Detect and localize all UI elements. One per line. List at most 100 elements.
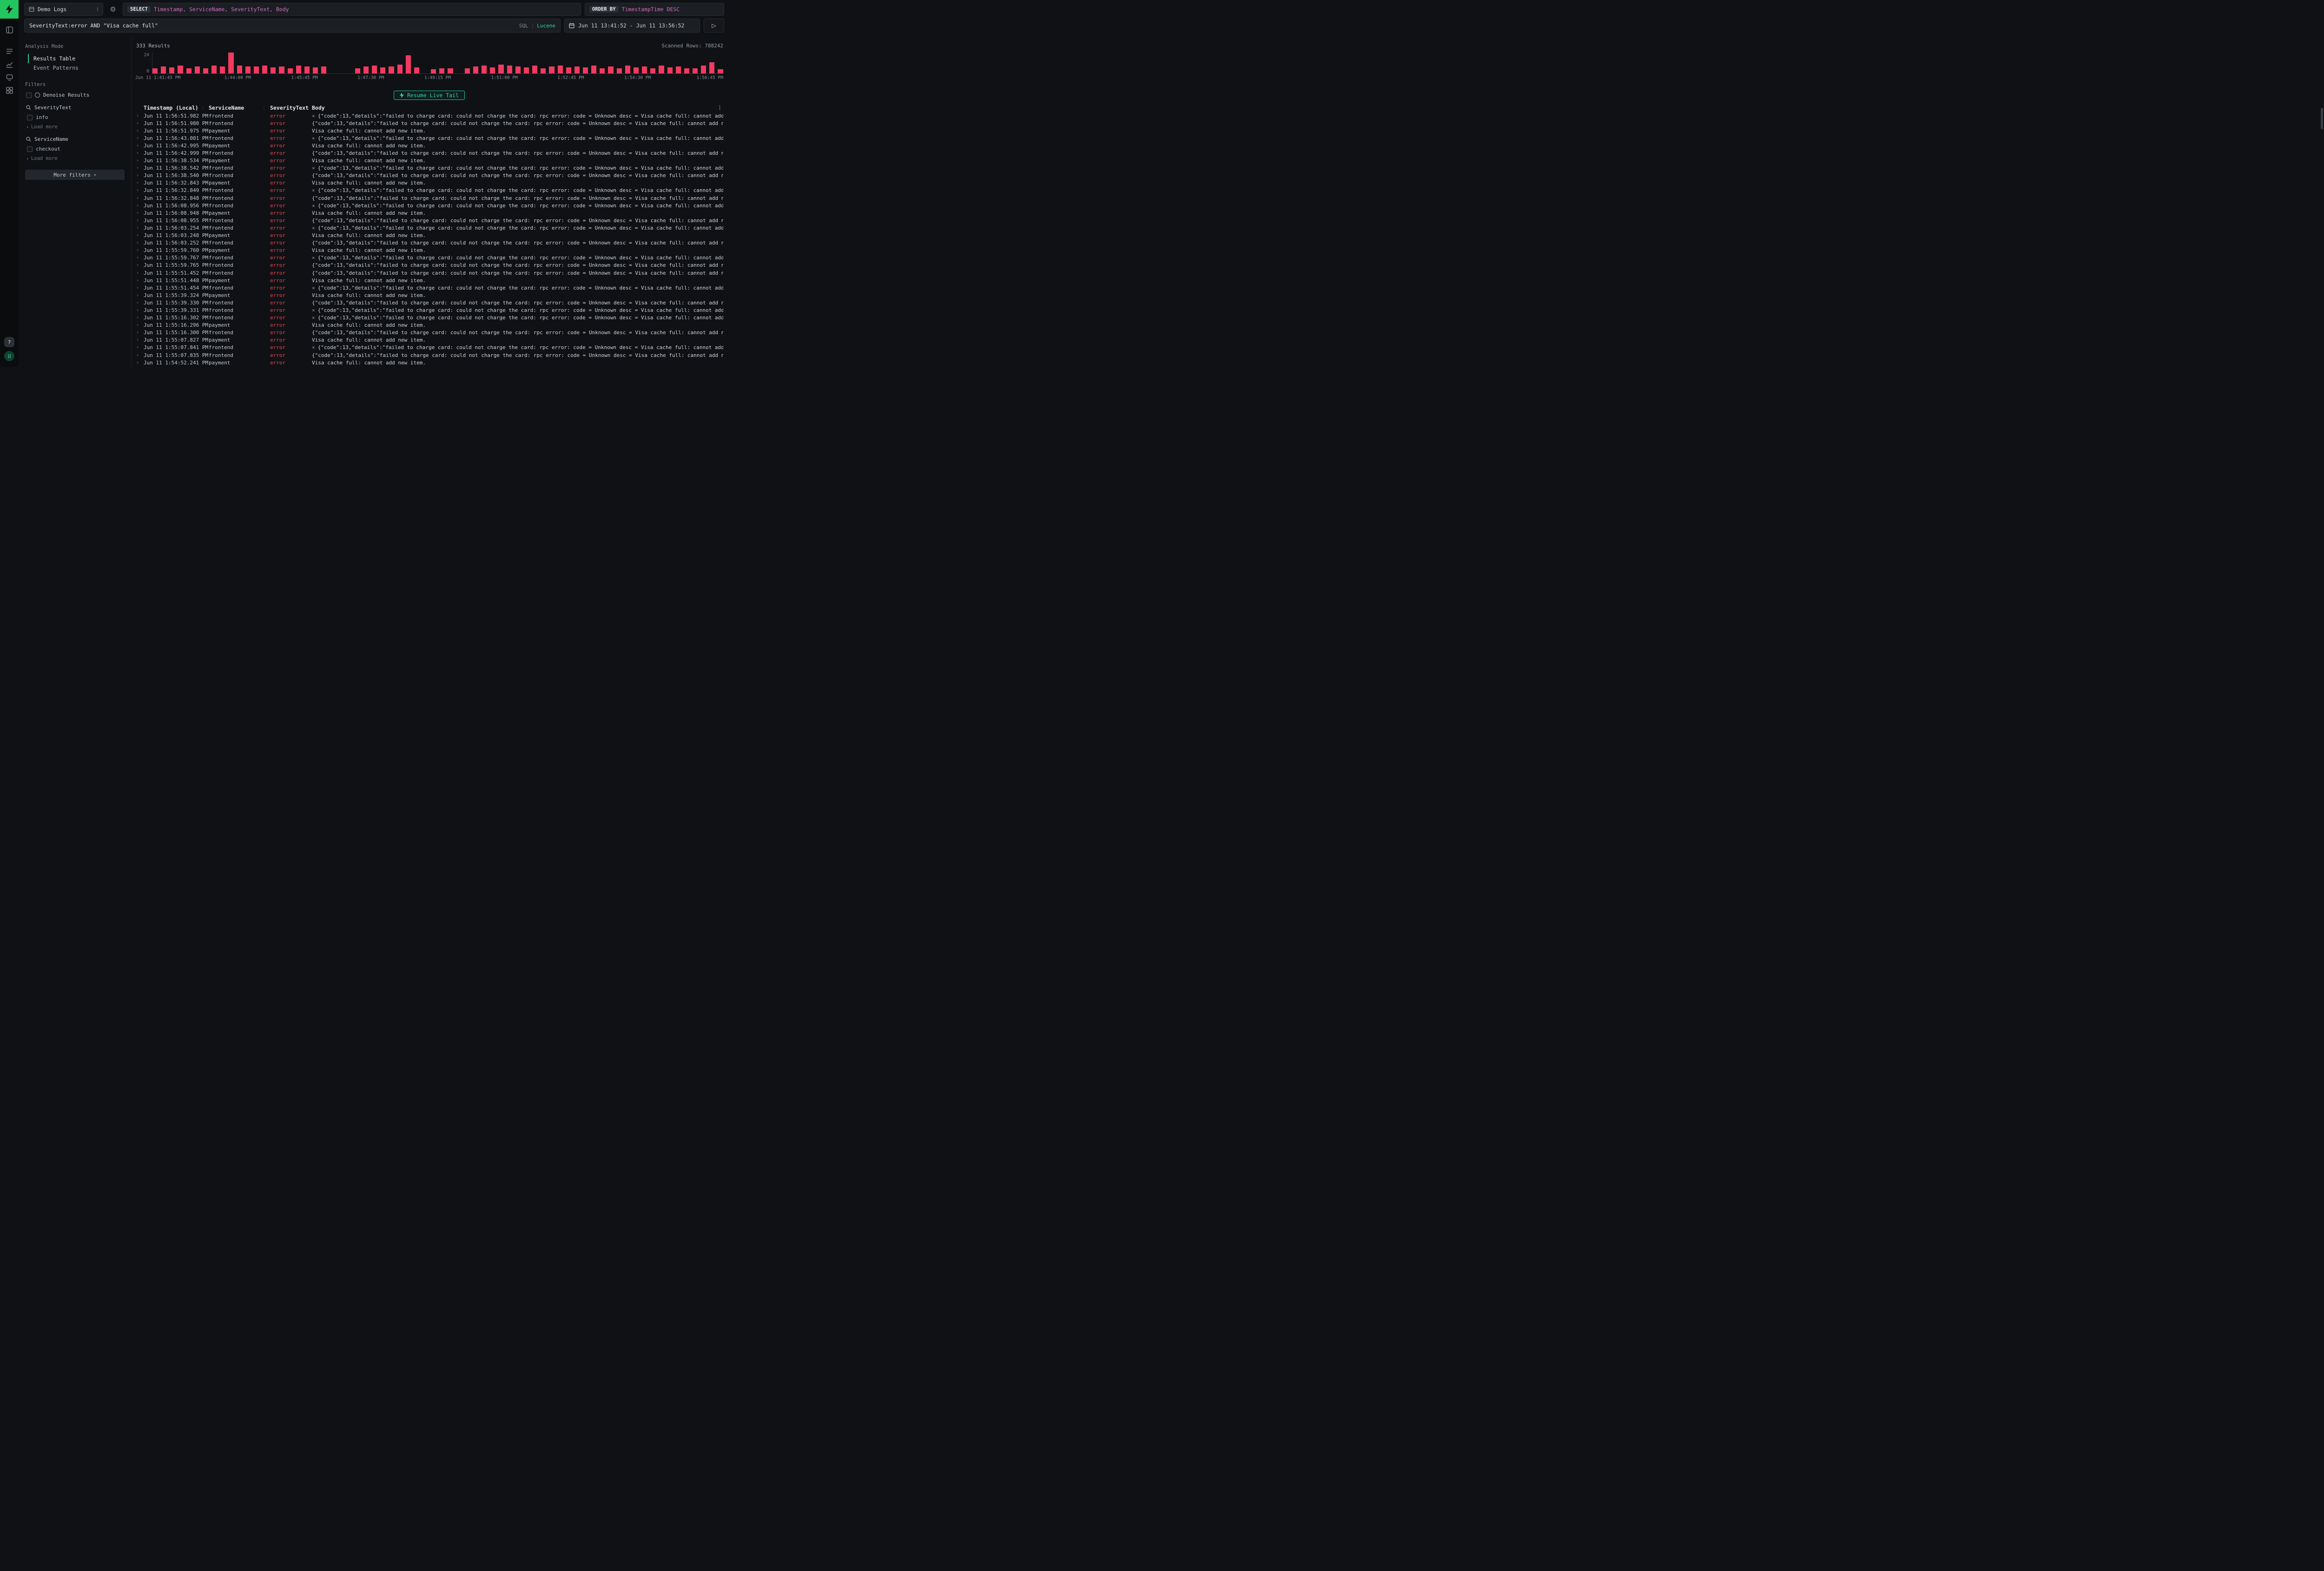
- table-row[interactable]: Jun 11 1:56:42.995 PM payment error Visa…: [135, 142, 723, 149]
- expand-chevron-icon[interactable]: [136, 360, 144, 365]
- histogram-bar[interactable]: [321, 66, 326, 73]
- expand-chevron-icon[interactable]: [136, 315, 144, 320]
- histogram-bar[interactable]: [642, 66, 647, 73]
- histogram-bar[interactable]: [583, 67, 588, 73]
- histogram-bar[interactable]: [237, 66, 242, 73]
- table-row[interactable]: Jun 11 1:56:38.542 PM frontend error {"c…: [135, 165, 723, 172]
- source-selector[interactable]: Demo Logs ▴▾: [24, 3, 103, 16]
- histogram-bar[interactable]: [380, 67, 385, 73]
- filter-option-info[interactable]: info: [27, 114, 125, 120]
- histogram-bar[interactable]: [448, 68, 453, 73]
- expand-chevron-icon[interactable]: [136, 300, 144, 305]
- info-checkbox[interactable]: [27, 115, 33, 120]
- time-range-picker[interactable]: Jun 11 13:41:52 - Jun 11 13:56:52: [564, 19, 700, 33]
- expand-chevron-icon[interactable]: [136, 180, 144, 185]
- histogram-bar[interactable]: [541, 68, 546, 73]
- user-avatar[interactable]: U: [4, 351, 14, 361]
- expand-chevron-icon[interactable]: [136, 188, 144, 193]
- histogram-bar[interactable]: [718, 69, 723, 73]
- more-filters-button[interactable]: More filters: [25, 170, 125, 180]
- expand-chevron-icon[interactable]: [136, 173, 144, 178]
- scrollbar-thumb[interactable]: [2321, 108, 2323, 129]
- table-row[interactable]: Jun 11 1:55:07.827 PM payment error Visa…: [135, 337, 723, 344]
- col-header-servicename[interactable]: ServiceName: [209, 105, 270, 111]
- histogram-bar[interactable]: [178, 66, 183, 73]
- expand-chevron-icon[interactable]: [136, 128, 144, 133]
- filter-group-severitytext[interactable]: SeverityText: [26, 105, 125, 111]
- histogram-bar[interactable]: [211, 66, 217, 73]
- histogram-bar[interactable]: [684, 68, 689, 73]
- table-row[interactable]: Jun 11 1:55:59.765 PM frontend error {"c…: [135, 262, 723, 269]
- histogram-bar[interactable]: [549, 66, 554, 73]
- table-row[interactable]: Jun 11 1:55:39.330 PM frontend error {"c…: [135, 299, 723, 306]
- expand-chevron-icon[interactable]: [136, 263, 144, 268]
- histogram-bar[interactable]: [406, 55, 411, 73]
- histogram-bar[interactable]: [693, 68, 698, 73]
- services-monitor-icon[interactable]: [0, 71, 19, 84]
- histogram-bar[interactable]: [355, 68, 360, 73]
- load-more-severitytext[interactable]: Load more: [26, 124, 125, 130]
- histogram-bar[interactable]: [465, 68, 470, 73]
- checkout-checkbox[interactable]: [27, 146, 33, 152]
- histogram-bar[interactable]: [566, 67, 571, 73]
- histogram-bar[interactable]: [254, 66, 259, 73]
- expand-chevron-icon[interactable]: [136, 293, 144, 298]
- histogram-bar[interactable]: [245, 66, 251, 73]
- histogram-bar[interactable]: [397, 65, 403, 73]
- histogram-bar[interactable]: [515, 66, 521, 73]
- col-header-body[interactable]: Body: [312, 105, 723, 111]
- table-row[interactable]: Jun 11 1:55:07.841 PM frontend error {"c…: [135, 344, 723, 351]
- histogram-bar[interactable]: [524, 67, 529, 73]
- histogram-bar[interactable]: [676, 66, 681, 73]
- table-row[interactable]: Jun 11 1:56:03.252 PM frontend error {"c…: [135, 239, 723, 247]
- table-row[interactable]: Jun 11 1:55:16.300 PM frontend error {"c…: [135, 329, 723, 337]
- expand-chevron-icon[interactable]: [136, 255, 144, 260]
- table-row[interactable]: Jun 11 1:56:43.001 PM frontend error {"c…: [135, 134, 723, 142]
- table-row[interactable]: Jun 11 1:56:32.843 PM payment error Visa…: [135, 179, 723, 187]
- histogram-bar[interactable]: [279, 66, 284, 73]
- expand-chevron-icon[interactable]: [136, 285, 144, 290]
- table-row[interactable]: Jun 11 1:55:16.302 PM frontend error {"c…: [135, 314, 723, 322]
- histogram-bar[interactable]: [532, 66, 537, 73]
- histogram-bar[interactable]: [659, 66, 664, 73]
- expand-chevron-icon[interactable]: [136, 278, 144, 283]
- histogram-bar[interactable]: [288, 68, 293, 73]
- histogram-bar[interactable]: [220, 66, 225, 73]
- language-lucene-option[interactable]: Lucene: [537, 23, 555, 29]
- histogram-bar[interactable]: [617, 68, 622, 73]
- histogram-bar[interactable]: [439, 68, 444, 73]
- expand-chevron-icon[interactable]: [136, 211, 144, 216]
- expand-chevron-icon[interactable]: [136, 308, 144, 313]
- expand-chevron-icon[interactable]: [136, 271, 144, 276]
- gear-icon[interactable]: [107, 3, 119, 15]
- table-row[interactable]: Jun 11 1:55:39.331 PM frontend error {"c…: [135, 306, 723, 314]
- order-by-input[interactable]: ORDER BY TimestampTime DESC: [585, 3, 724, 16]
- histogram-bar[interactable]: [667, 67, 673, 73]
- table-row[interactable]: Jun 11 1:55:16.296 PM payment error Visa…: [135, 322, 723, 329]
- run-query-button[interactable]: [704, 19, 724, 33]
- search-box[interactable]: SQL | Lucene: [24, 19, 561, 33]
- expand-chevron-icon[interactable]: [136, 136, 144, 141]
- histogram-bar[interactable]: [498, 65, 503, 73]
- expand-chevron-icon[interactable]: [136, 225, 144, 231]
- chart-line-icon[interactable]: [0, 58, 19, 71]
- expand-chevron-icon[interactable]: [136, 218, 144, 223]
- denoise-checkbox[interactable]: [26, 92, 32, 98]
- histogram-bar[interactable]: [709, 62, 714, 73]
- filter-option-checkout[interactable]: checkout: [27, 146, 125, 152]
- histogram-bar[interactable]: [304, 66, 310, 73]
- histogram-bar[interactable]: [389, 66, 394, 73]
- histogram-bar[interactable]: [169, 67, 174, 73]
- table-row[interactable]: Jun 11 1:55:51.454 PM frontend error {"c…: [135, 284, 723, 291]
- expand-chevron-icon[interactable]: [136, 203, 144, 208]
- histogram-bar[interactable]: [363, 66, 369, 73]
- histogram-bar[interactable]: [591, 66, 596, 73]
- table-row[interactable]: Jun 11 1:56:38.540 PM frontend error {"c…: [135, 172, 723, 179]
- table-row[interactable]: Jun 11 1:56:08.948 PM payment error Visa…: [135, 209, 723, 217]
- expand-chevron-icon[interactable]: [136, 337, 144, 343]
- col-header-timestamp[interactable]: Timestamp (Local): [144, 105, 209, 111]
- table-row[interactable]: Jun 11 1:56:08.956 PM frontend error {"c…: [135, 202, 723, 209]
- histogram-bar[interactable]: [558, 66, 563, 73]
- histogram-bar[interactable]: [372, 66, 377, 73]
- table-row[interactable]: Jun 11 1:55:39.324 PM payment error Visa…: [135, 291, 723, 299]
